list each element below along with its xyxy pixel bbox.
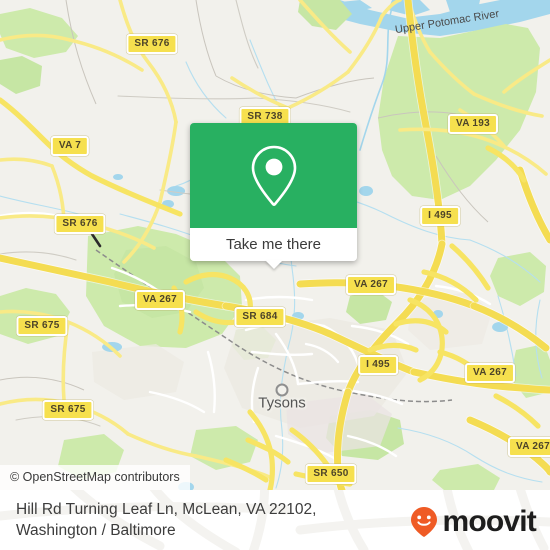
road-shield-va-267-west[interactable]: VA 267 bbox=[134, 290, 186, 310]
road-shield-i-495-north[interactable]: I 495 bbox=[420, 206, 460, 226]
moovit-wordmark: moovit bbox=[442, 505, 536, 538]
moovit-brand[interactable]: moovit bbox=[409, 505, 537, 538]
road-shield-va-267-north[interactable]: VA 267 bbox=[345, 275, 397, 295]
destination-address: Hill Rd Turning Leaf Ln, McLean, VA 2210… bbox=[16, 499, 316, 541]
address-line-1: Hill Rd Turning Leaf Ln, McLean, VA 2210… bbox=[16, 501, 317, 518]
place-label-tysons: Tysons bbox=[258, 394, 306, 412]
road-shield-sr-675-south[interactable]: SR 675 bbox=[42, 400, 94, 420]
road-shield-sr-676-north[interactable]: SR 676 bbox=[126, 34, 178, 54]
road-shield-va-267-southeast[interactable]: VA 267 bbox=[507, 437, 550, 457]
take-me-there-label: Take me there bbox=[225, 236, 322, 253]
road-shield-va-267-east[interactable]: VA 267 bbox=[464, 363, 516, 383]
road-shield-i-495-south[interactable]: I 495 bbox=[358, 355, 398, 375]
road-shield-sr-675-west[interactable]: SR 675 bbox=[16, 316, 68, 336]
moovit-smiley-pin-icon bbox=[411, 507, 438, 537]
road-shield-sr-676-west[interactable]: SR 676 bbox=[54, 214, 106, 234]
callout-pointer-tail bbox=[264, 260, 283, 269]
callout-pin-area bbox=[190, 123, 357, 228]
map-screenshot: .park { fill:#cdeaab; } .wood { fill:#c6… bbox=[0, 0, 550, 550]
take-me-there-button[interactable]: Take me there bbox=[190, 228, 357, 269]
road-shield-va-7[interactable]: VA 7 bbox=[50, 136, 90, 156]
address-line-2: Washington / Baltimore bbox=[16, 522, 176, 539]
location-pin-icon bbox=[251, 145, 296, 206]
map-canvas[interactable]: .park { fill:#cdeaab; } .wood { fill:#c6… bbox=[0, 0, 550, 490]
map-attribution[interactable]: © OpenStreetMap contributors bbox=[0, 465, 190, 490]
footer-bar: Hill Rd Turning Leaf Ln, McLean, VA 2210… bbox=[0, 490, 550, 550]
road-shield-va-193[interactable]: VA 193 bbox=[447, 114, 499, 134]
road-shield-sr-684[interactable]: SR 684 bbox=[234, 307, 286, 327]
road-shield-sr-650[interactable]: SR 650 bbox=[305, 464, 357, 484]
destination-callout-card[interactable]: Take me there bbox=[190, 123, 357, 269]
